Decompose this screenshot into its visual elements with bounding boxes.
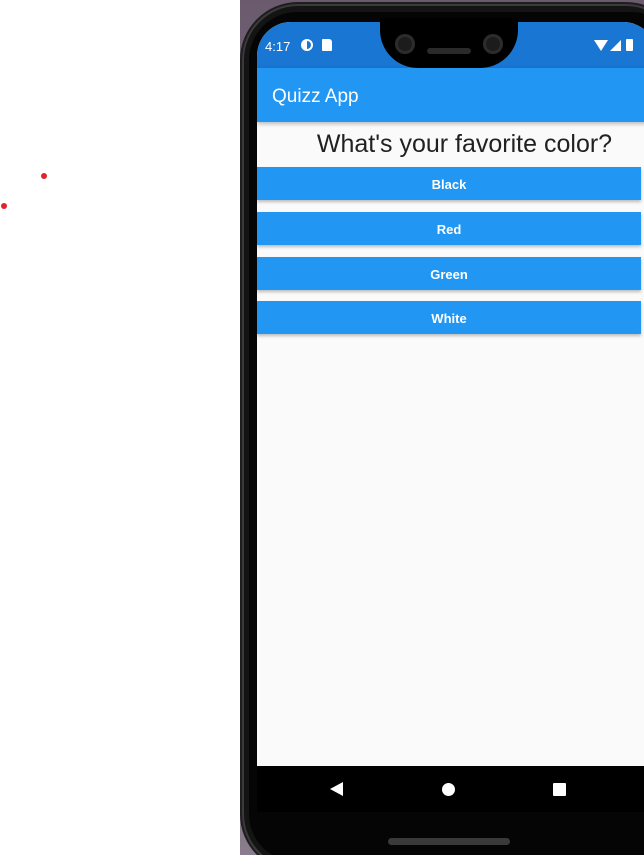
back-icon[interactable] xyxy=(330,782,343,796)
red-dot xyxy=(1,203,7,209)
status-time: 4:17 xyxy=(265,39,291,54)
earpiece-speaker xyxy=(427,48,471,54)
front-camera-icon xyxy=(483,34,503,54)
app-title: Quizz App xyxy=(272,86,359,107)
app-bar: Quizz App xyxy=(257,68,644,122)
answer-button-red[interactable]: Red xyxy=(257,212,641,245)
data-saver-icon xyxy=(301,39,313,51)
red-dot xyxy=(41,173,47,179)
wifi-icon xyxy=(594,40,608,51)
signal-icon xyxy=(610,40,621,51)
answer-button-green[interactable]: Green xyxy=(257,257,641,290)
home-icon[interactable] xyxy=(442,783,455,796)
phone-screen: 4:17 Quizz App What's your favorite colo… xyxy=(257,22,644,812)
answer-button-white[interactable]: White xyxy=(257,301,641,334)
battery-icon xyxy=(626,39,633,51)
desktop-stage: 4:17 Quizz App What's your favorite colo… xyxy=(0,0,644,855)
front-camera-icon xyxy=(395,34,415,54)
sd-card-icon xyxy=(322,39,332,51)
navigation-bar xyxy=(257,766,644,812)
question-text: What's your favorite color? xyxy=(316,130,613,158)
bottom-speaker xyxy=(388,838,510,845)
answer-button-black[interactable]: Black xyxy=(257,167,641,200)
recents-icon[interactable] xyxy=(553,783,566,796)
